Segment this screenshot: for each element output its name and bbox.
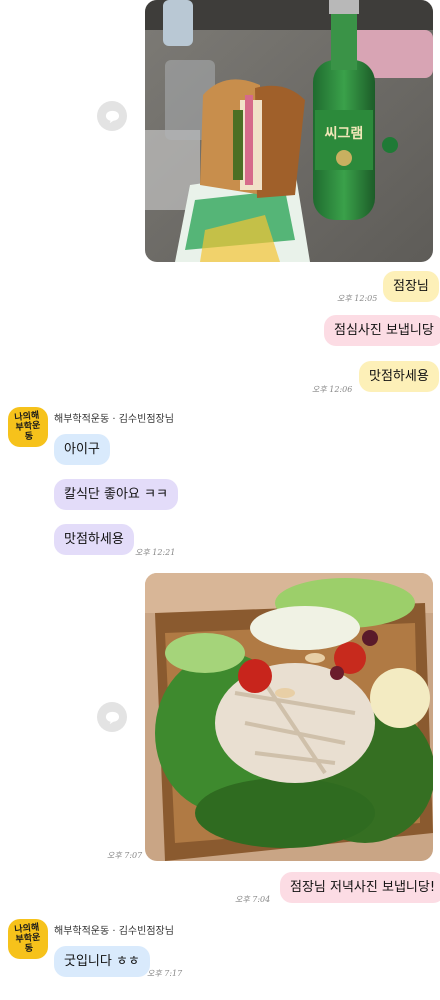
message-bubble[interactable]: 칼식단 좋아요 ㅋㅋ	[54, 479, 178, 510]
share-button[interactable]	[97, 702, 127, 732]
share-icon	[105, 110, 119, 123]
dinner-photo-image	[145, 573, 433, 861]
message-time: 오후 12:05	[337, 294, 378, 303]
message-time: 오후 7:04	[235, 895, 271, 904]
message-bubble[interactable]: 점장님	[383, 271, 439, 302]
share-button[interactable]	[97, 101, 127, 131]
avatar-logo: 나의해부학운동	[14, 922, 41, 955]
message-bubble[interactable]: 굿입니다 ㅎㅎ	[54, 946, 150, 977]
message-bubble[interactable]: 맛점하세용	[359, 361, 439, 392]
share-icon	[105, 711, 119, 724]
message-bubble[interactable]: 점심사진 보냅니당	[324, 315, 440, 346]
avatar[interactable]: 나의해부학운동	[8, 407, 48, 447]
svg-text:씨그램: 씨그램	[325, 125, 364, 142]
dinner-photo[interactable]	[145, 573, 433, 861]
message-time: 오후 12:21	[135, 548, 176, 557]
message-time: 오후 7:17	[147, 969, 183, 978]
avatar[interactable]: 나의해부학운동	[8, 919, 48, 959]
lunch-photo-image: 씨그램	[145, 0, 433, 262]
avatar-logo: 나의해부학운동	[14, 410, 41, 443]
message-bubble[interactable]: 아이구	[54, 434, 110, 465]
sender-name: 해부학적운동 · 김수빈점장님	[54, 414, 174, 425]
sender-name: 해부학적운동 · 김수빈점장님	[54, 926, 174, 937]
lunch-photo[interactable]: 씨그램	[145, 0, 433, 262]
message-bubble[interactable]: 맛점하세용	[54, 524, 134, 555]
message-time: 오후 7:07	[107, 851, 143, 860]
message-bubble[interactable]: 점장님 저녁사진 보냅니당!	[280, 872, 440, 903]
message-time: 오후 12:06	[312, 385, 353, 394]
